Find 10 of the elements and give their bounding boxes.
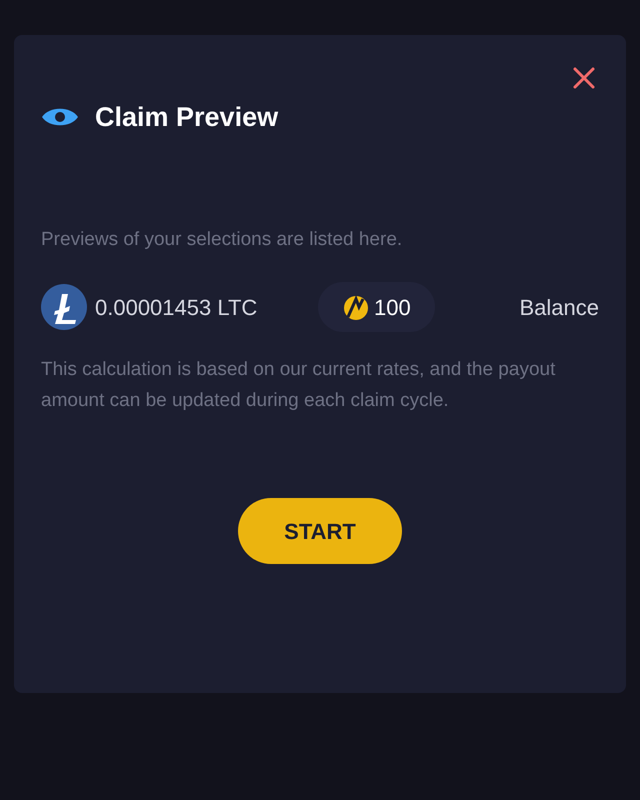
dialog-title: Claim Preview [95, 101, 278, 134]
points-value: 100 [374, 294, 411, 322]
rates-note: This calculation is based on our current rates, and the payout amount can be updated during each claim cycle. [41, 358, 556, 413]
litecoin-icon [41, 284, 87, 330]
close-icon [572, 66, 596, 90]
balance-label: Balance [519, 294, 599, 322]
ltc-amount: 0.00001453 LTC [95, 294, 258, 322]
intro-text: Previews of your selections are listed here. [41, 228, 404, 252]
token-icon [342, 293, 370, 321]
start-button[interactable]: START [238, 498, 402, 564]
